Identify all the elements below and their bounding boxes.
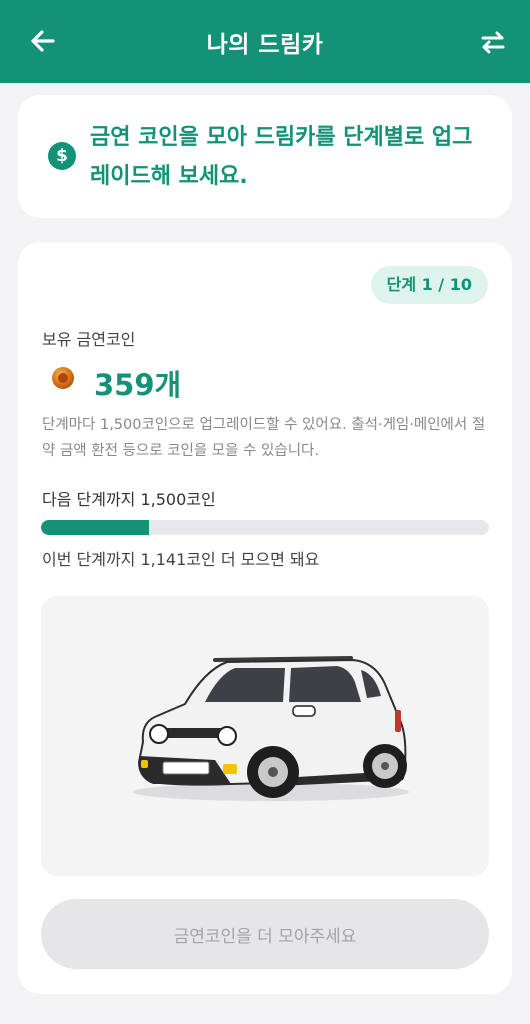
car-image-panel [41, 596, 489, 876]
collect-more-coins-button[interactable]: 금연코인을 더 모아주세요 [41, 899, 489, 969]
remaining-text: 이번 단계까지 1,141코인 더 모으면 돼요 [42, 550, 320, 569]
swap-arrows-icon[interactable] [478, 27, 508, 57]
progress-fill [41, 520, 149, 535]
coins-label: 보유 금연코인 [42, 330, 136, 349]
coin-icon [52, 367, 74, 389]
car-illustration [133, 656, 409, 801]
dollar-coin-icon: $ [48, 142, 76, 170]
dreamcar-progress-card: 단계 1 / 10 보유 금연코인 359개 단계마다 1,500코인으로 업그… [18, 242, 512, 994]
stage-badge: 단계 1 / 10 [370, 266, 488, 304]
back-arrow-icon[interactable] [28, 26, 58, 56]
progress-bar [41, 520, 489, 535]
page-title: 나의 드림카 [206, 31, 324, 58]
description-text: 단계마다 1,500코인으로 업그레이드할 수 있어요. 출석·게임·메인에서 … [42, 417, 486, 459]
intro-card: $ 금연 코인을 모아 드림카를 단계별로 업그레이드해 보세요. [18, 95, 512, 218]
next-stage-text: 다음 단계까지 1,500코인 [42, 490, 216, 509]
intro-message: 금연 코인을 모아 드림카를 단계별로 업그레이드해 보세요. [90, 125, 473, 189]
coins-amount: 359개 [94, 368, 182, 402]
app-bar: 나의 드림카 [0, 0, 530, 83]
